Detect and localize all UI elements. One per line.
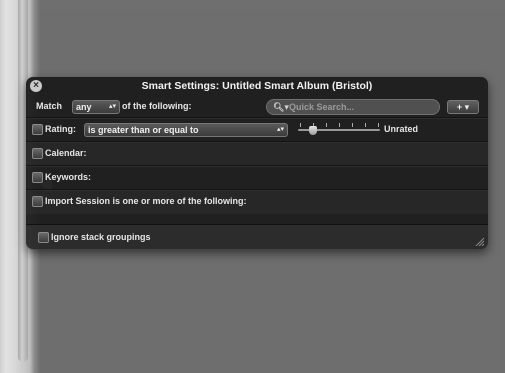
- match-mode-popup[interactable]: any ▴▾: [72, 100, 120, 114]
- calendar-checkbox[interactable]: [32, 148, 43, 159]
- updown-arrows-icon: ▴▾: [276, 126, 284, 133]
- ignore-stack-checkbox[interactable]: [38, 232, 49, 243]
- resize-grip-icon[interactable]: [474, 236, 484, 246]
- slider-tick: [378, 123, 379, 127]
- rating-value-label: Unrated: [384, 124, 419, 134]
- rating-operator-popup[interactable]: is greater than or equal to ▴▾: [84, 123, 288, 137]
- slider-tick: [365, 123, 366, 127]
- quick-search-field[interactable]: 🔍︎▾: [266, 99, 440, 115]
- add-rule-button[interactable]: + ▾: [447, 100, 479, 114]
- import-session-checkbox[interactable]: [32, 196, 43, 207]
- magnifier-icon: 🔍︎▾: [273, 102, 289, 112]
- match-row: Match any ▴▾ of the following: 🔍︎▾ + ▾: [26, 97, 488, 117]
- hud-title: Smart Settings: Untitled Smart Album (Br…: [141, 80, 373, 92]
- match-suffix-label: of the following:: [122, 101, 192, 111]
- quick-search-input[interactable]: [289, 100, 429, 114]
- slider-tick: [339, 123, 340, 127]
- keywords-checkbox[interactable]: [32, 172, 43, 183]
- slider-knob[interactable]: [309, 126, 317, 135]
- rule-row-calendar: Calendar:: [26, 141, 488, 166]
- smart-settings-hud: × Smart Settings: Untitled Smart Album (…: [26, 77, 488, 250]
- close-icon[interactable]: ×: [30, 80, 42, 92]
- rule-row-keywords: Keywords:: [26, 165, 488, 190]
- rating-label: Rating:: [45, 124, 76, 134]
- rating-slider[interactable]: [298, 123, 380, 137]
- plus-icon: + ▾: [456, 102, 470, 112]
- rule-row-import-session: Import Session is one or more of the fol…: [26, 189, 488, 214]
- slider-tick: [352, 123, 353, 127]
- hud-footer: Ignore stack groupings: [26, 224, 488, 250]
- updown-arrows-icon: ▴▾: [108, 103, 116, 110]
- ignore-stack-label: Ignore stack groupings: [51, 232, 151, 242]
- slider-tick: [300, 123, 301, 127]
- rating-operator-value: is greater than or equal to: [88, 125, 199, 135]
- slider-tick: [326, 123, 327, 127]
- rating-checkbox[interactable]: [32, 124, 43, 135]
- import-session-label: Import Session is one or more of the fol…: [45, 196, 247, 206]
- hud-titlebar: × Smart Settings: Untitled Smart Album (…: [26, 77, 488, 95]
- match-prefix-label: Match: [36, 101, 63, 111]
- keywords-label: Keywords:: [45, 172, 92, 182]
- calendar-label: Calendar:: [45, 148, 87, 158]
- rule-row-rating: Rating: is greater than or equal to ▴▾ U…: [26, 117, 488, 142]
- match-mode-value: any: [76, 102, 92, 112]
